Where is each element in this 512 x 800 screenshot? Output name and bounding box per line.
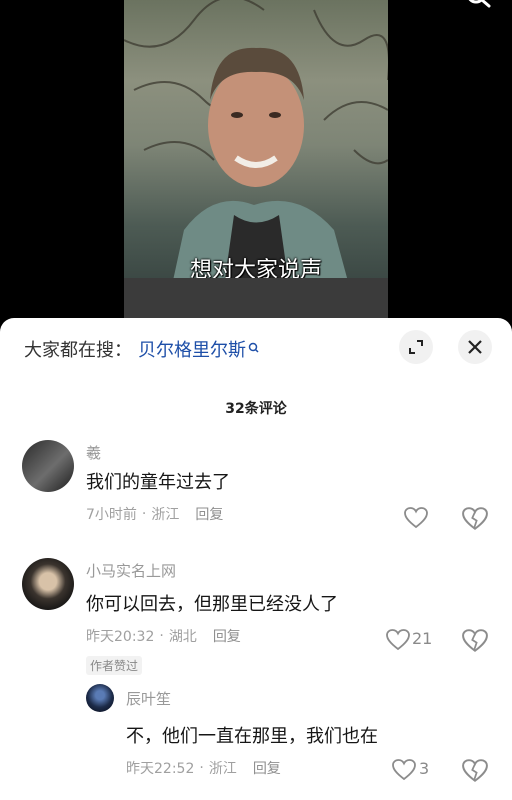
reply-author[interactable]: 辰叶笙 xyxy=(126,688,171,709)
avatar[interactable] xyxy=(22,440,74,492)
close-icon xyxy=(468,340,482,354)
search-icon[interactable] xyxy=(464,0,492,14)
comment-text: 你可以回去，但那里已经没人了 xyxy=(86,594,338,615)
trending-search-prefix: 大家都在搜： xyxy=(24,340,132,361)
comment-location: 浙江 xyxy=(151,507,180,523)
comment-location: 湖北 xyxy=(168,629,197,645)
reply-location: 浙江 xyxy=(208,761,237,777)
dislike-icon[interactable] xyxy=(462,759,488,783)
comment-time: 昨天20:32 xyxy=(86,629,155,645)
search-icon xyxy=(248,342,259,353)
comment-item: 小马实名上网 你可以回去，但那里已经没人了 昨天20:32 · 湖北 回复 21… xyxy=(0,556,512,686)
avatar[interactable] xyxy=(22,558,74,610)
comment-author[interactable]: 小马实名上网 xyxy=(86,560,176,581)
trending-search-link[interactable]: 贝尔格里尔斯 xyxy=(138,336,246,362)
separator-dot: · xyxy=(159,628,164,644)
separator-dot: · xyxy=(199,760,204,776)
comment-text: 我们的童年过去了 xyxy=(86,472,230,493)
like-button[interactable] xyxy=(404,506,430,530)
avatar[interactable] xyxy=(86,684,114,712)
like-count: 21 xyxy=(412,629,433,648)
video-player[interactable]: 想对大家说声 xyxy=(0,0,512,330)
trending-search-bar[interactable]: 大家都在搜： 贝尔格里尔斯 xyxy=(24,336,260,362)
reply-meta: 昨天22:52 · 浙江 回复 xyxy=(126,758,281,778)
comment-author[interactable]: 羲 xyxy=(86,442,101,463)
expand-icon xyxy=(409,340,423,354)
like-button[interactable] xyxy=(392,758,418,782)
dislike-icon[interactable] xyxy=(462,629,488,653)
reply-time: 昨天22:52 xyxy=(126,761,195,777)
reply-text: 不，他们一直在那里，我们也在 xyxy=(126,726,378,747)
separator-dot: · xyxy=(141,506,147,522)
video-bottom-bar xyxy=(124,278,388,322)
comment-time: 7小时前 xyxy=(86,507,137,523)
like-count: 3 xyxy=(419,759,430,778)
video-frame: 想对大家说声 xyxy=(124,0,388,322)
author-liked-badge: 作者赞过 xyxy=(86,656,143,675)
comment-count-title: 32条评论 xyxy=(225,401,287,417)
comment-meta: 7小时前 · 浙江 回复 xyxy=(86,504,223,524)
reply-button[interactable]: 回复 xyxy=(253,758,281,778)
like-button[interactable] xyxy=(386,628,412,652)
comment-item: 羲 我们的童年过去了 7小时前 · 浙江 回复 xyxy=(0,438,512,548)
dislike-icon[interactable] xyxy=(462,507,488,531)
close-button[interactable] xyxy=(458,330,492,364)
comments-sheet: 大家都在搜： 贝尔格里尔斯 32条评论 羲 我们的童年过去了 7小时前 · 浙江… xyxy=(0,318,512,800)
expand-button[interactable] xyxy=(399,330,433,364)
heart-icon xyxy=(392,759,416,781)
heart-icon xyxy=(404,507,428,529)
reply-item: 辰叶笙 不，他们一直在那里，我们也在 昨天22:52 · 浙江 回复 3 xyxy=(0,684,512,800)
comment-meta: 昨天20:32 · 湖北 回复 xyxy=(86,626,241,646)
reply-button[interactable]: 回复 xyxy=(213,626,241,646)
heart-icon xyxy=(386,629,410,651)
reply-button[interactable]: 回复 xyxy=(195,504,223,524)
